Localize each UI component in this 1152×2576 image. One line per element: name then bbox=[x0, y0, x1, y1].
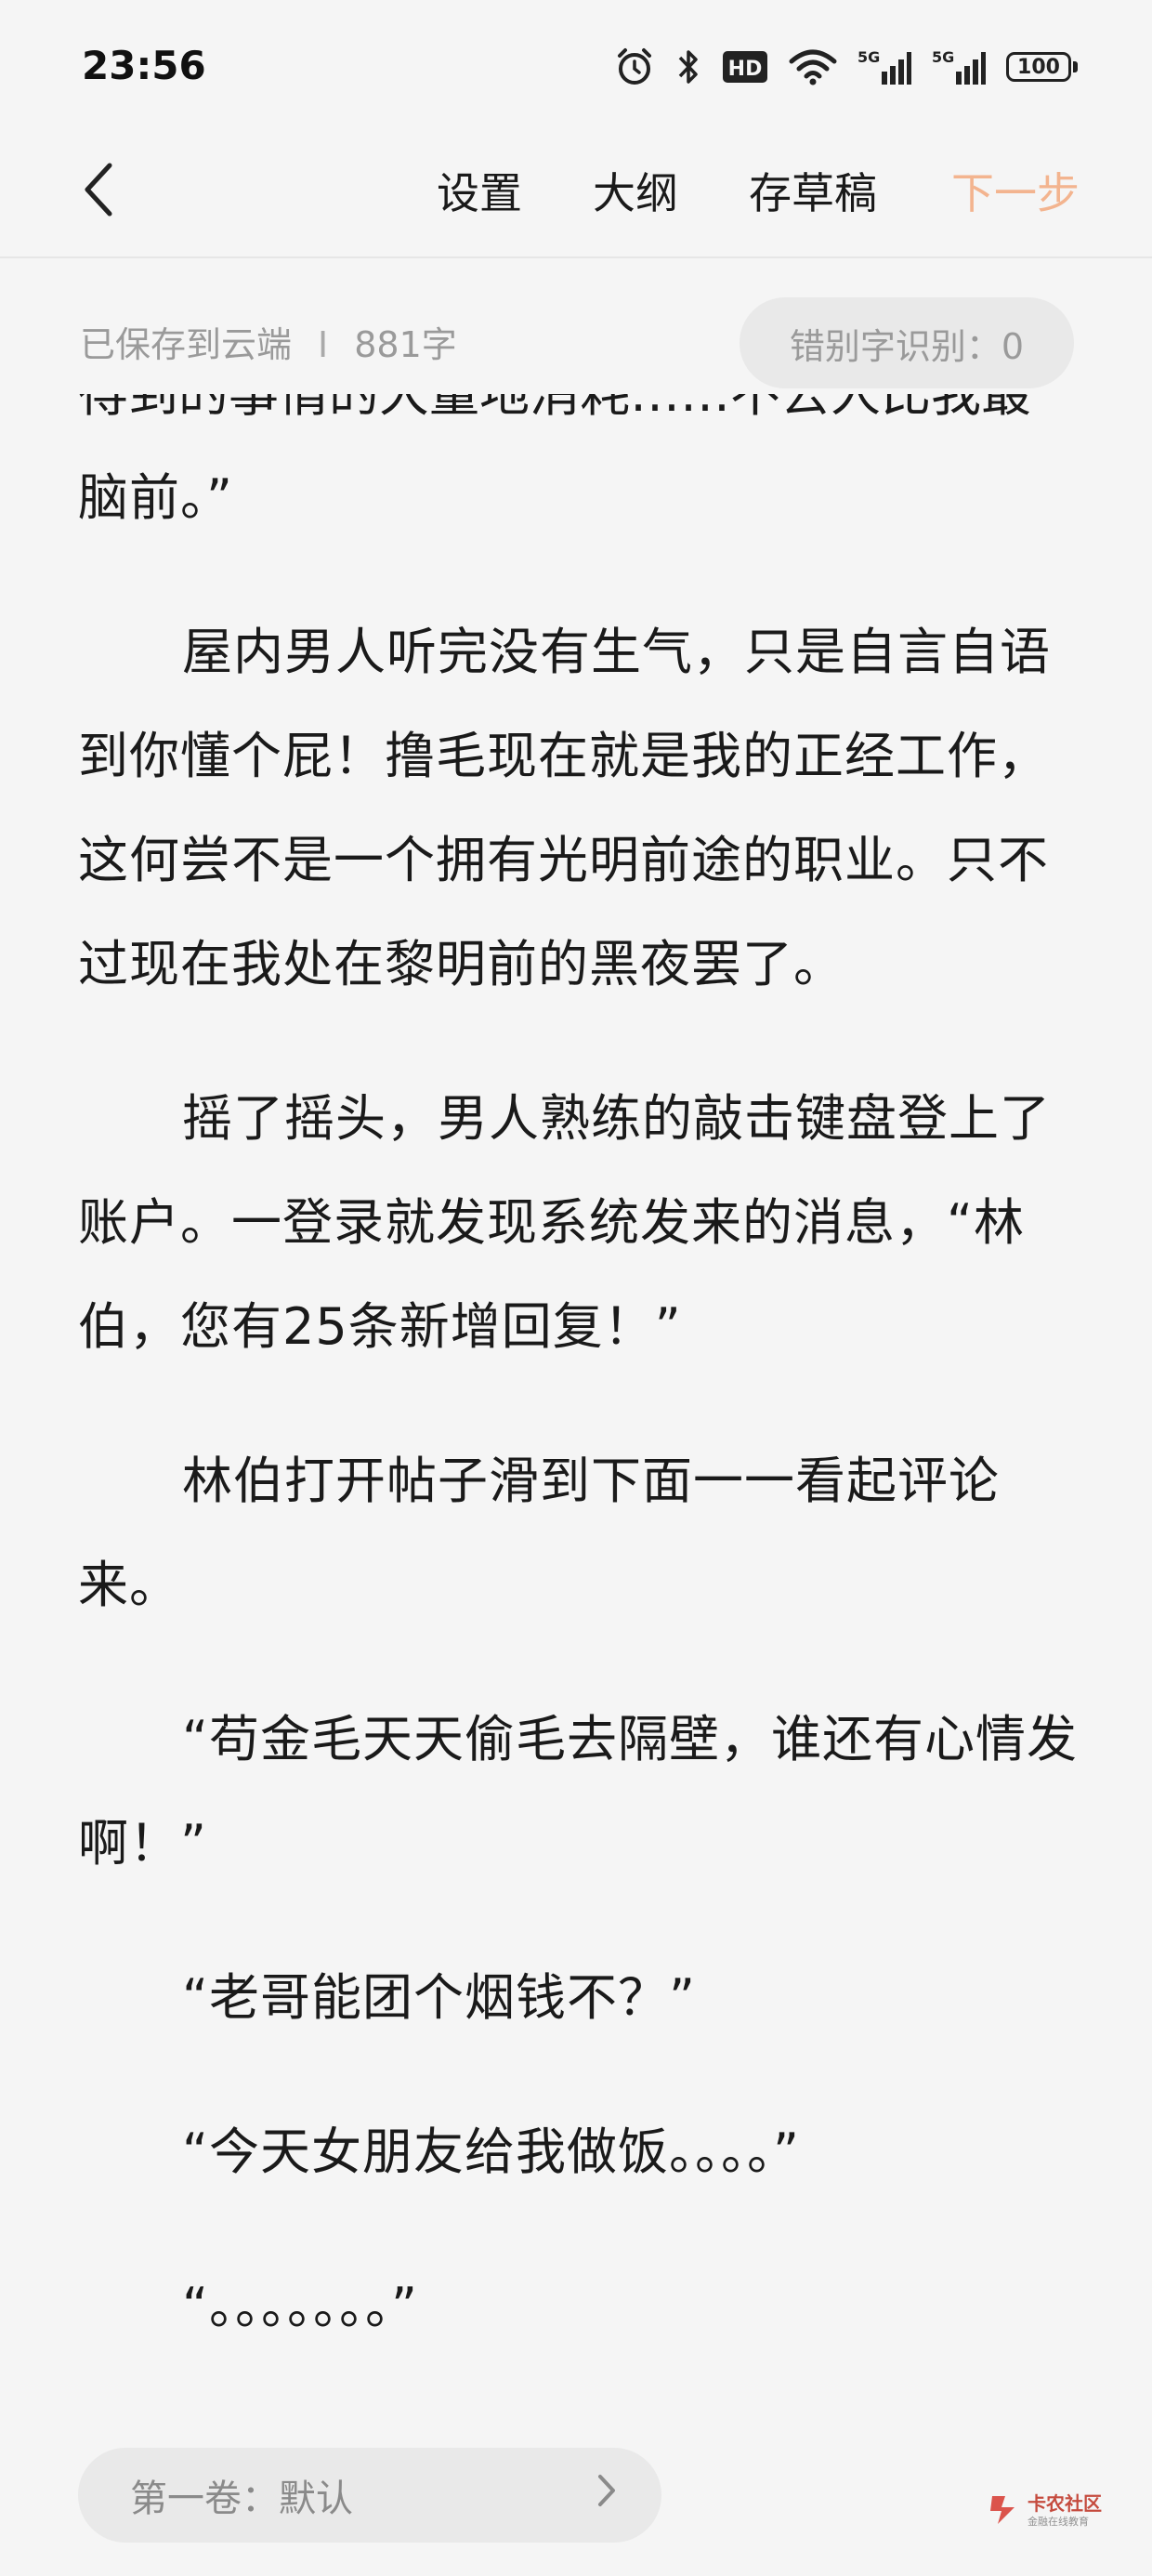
top-nav: 设置 大纲 存草稿 下一步 bbox=[0, 130, 1152, 258]
watermark-logo-icon bbox=[985, 2491, 1022, 2531]
typo-check-button[interactable]: 错别字识别：0 bbox=[740, 297, 1074, 388]
paragraph: “苟金毛天天偷毛去隔壁，谁还有心情发啊！” bbox=[78, 1710, 1078, 1873]
next-step-button[interactable]: 下一步 bbox=[951, 156, 1080, 230]
signal-5g-icon: 5G bbox=[932, 47, 986, 86]
svg-text:5G: 5G bbox=[857, 48, 880, 66]
partial-text-line: 得到的事情的大量地消耗……不去人比我最佳电 bbox=[78, 394, 1078, 446]
paragraph: 屋内男人听完没有生气，只是自言自语到你懂个屁！撸毛现在就是我的正经工作，这何尝不… bbox=[78, 623, 1051, 993]
status-bar: 23:56 HD 5G 5G 100 bbox=[0, 0, 1152, 130]
chevron-left-icon bbox=[82, 162, 115, 221]
paragraph: 脑前。” bbox=[78, 468, 233, 527]
status-icons: HD 5G 5G 100 bbox=[614, 45, 1078, 89]
battery-icon: 100 bbox=[1006, 52, 1078, 82]
svg-text:5G: 5G bbox=[932, 48, 954, 66]
separator: I bbox=[318, 324, 329, 365]
watermark-name: 卡农社区 bbox=[1028, 2492, 1102, 2515]
hd-icon: HD bbox=[722, 50, 768, 84]
paragraph: 林伯打开帖子滑到下面一一看起评论来。 bbox=[78, 1452, 1000, 1614]
paragraph: “老哥能团个烟钱不？” bbox=[182, 1968, 696, 2027]
save-status-row: 已保存到云端 I 881字 bbox=[80, 316, 457, 367]
volume-label: 第一卷：默认 bbox=[130, 2477, 353, 2520]
alarm-icon bbox=[614, 46, 655, 87]
watermark: 卡农社区 金融在线教育 bbox=[985, 2491, 1102, 2531]
outline-button[interactable]: 大纲 bbox=[593, 156, 678, 230]
signal-5g-icon: 5G bbox=[857, 47, 911, 86]
watermark-sub: 金融在线教育 bbox=[1028, 2516, 1089, 2528]
bluetooth-icon bbox=[675, 46, 701, 87]
status-time: 23:56 bbox=[82, 43, 206, 88]
volume-selector[interactable]: 第一卷：默认 bbox=[78, 2448, 661, 2543]
chevron-right-icon bbox=[596, 2473, 617, 2517]
paragraph: “今天女朋友给我做饭。。。。” bbox=[182, 2123, 800, 2181]
svg-text:HD: HD bbox=[728, 58, 763, 81]
settings-button[interactable]: 设置 bbox=[437, 156, 522, 230]
wifi-icon bbox=[789, 48, 837, 85]
save-draft-button[interactable]: 存草稿 bbox=[749, 156, 877, 230]
word-count: 881字 bbox=[354, 324, 457, 365]
save-status-text: 已保存到云端 bbox=[80, 324, 293, 365]
paragraph: 摇了摇头，男人熟练的敲击键盘登上了账户。一登录就发现系统发来的消息，“林伯，您有… bbox=[78, 1089, 1051, 1356]
chapter-editor[interactable]: 得到的事情的大量地消耗……不去人比我最佳电 脑前。” 屋内男人听完没有生气，只是… bbox=[78, 394, 1078, 2420]
back-button[interactable] bbox=[71, 154, 126, 229]
battery-level: 100 bbox=[1006, 52, 1071, 82]
paragraph: “。。。。。。。” bbox=[182, 2277, 418, 2335]
